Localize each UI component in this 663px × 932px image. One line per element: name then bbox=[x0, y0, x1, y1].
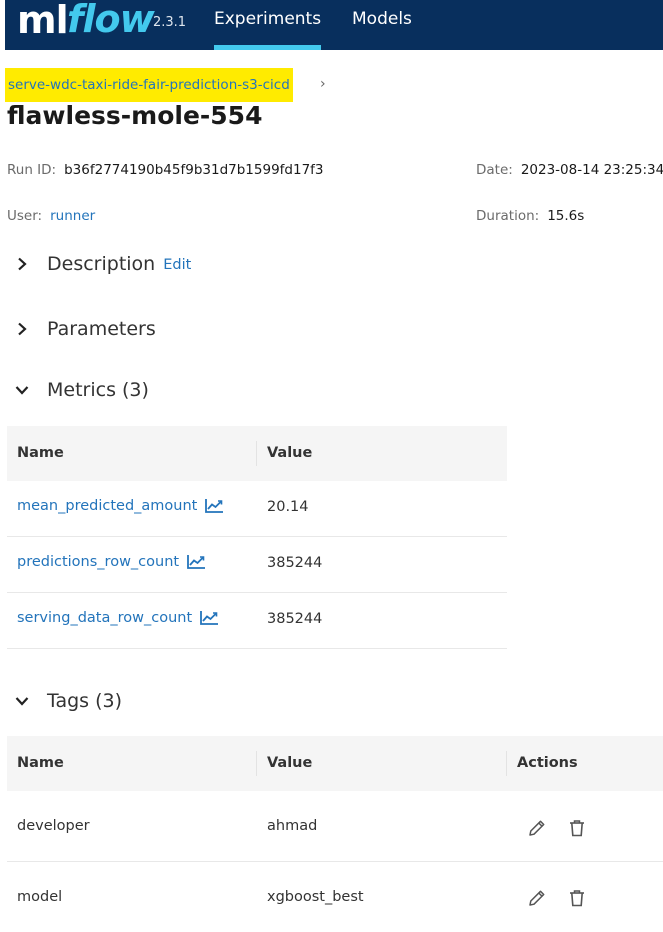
metrics-col-value: Value bbox=[267, 445, 313, 461]
nav-active-indicator bbox=[214, 45, 321, 50]
pencil-icon[interactable] bbox=[527, 888, 547, 908]
run-id-field: Run ID: b36f2774190b45f9b31d7b1599fd17f3 bbox=[7, 162, 324, 178]
duration-value: 15.6s bbox=[547, 208, 585, 224]
nav-experiments[interactable]: Experiments bbox=[214, 9, 321, 29]
tags-col-actions: Actions bbox=[517, 755, 578, 771]
breadcrumb-separator: › bbox=[320, 76, 326, 92]
description-edit-link[interactable]: Edit bbox=[163, 257, 191, 273]
metric-value: 385244 bbox=[267, 611, 323, 627]
trash-icon[interactable] bbox=[567, 818, 587, 838]
metric-name: serving_data_row_count bbox=[17, 610, 193, 626]
tag-value: ahmad bbox=[267, 818, 318, 834]
page-title: flawless-mole-554 bbox=[7, 101, 263, 130]
metrics-table-header: Name Value bbox=[7, 426, 507, 481]
description-title: Description bbox=[47, 253, 156, 275]
tags-count: (3) bbox=[95, 690, 122, 712]
user-link[interactable]: runner bbox=[50, 208, 95, 224]
chevron-down-icon bbox=[15, 697, 29, 706]
metric-name: predictions_row_count bbox=[17, 554, 180, 570]
line-chart-icon[interactable] bbox=[186, 554, 206, 570]
date-label: Date: bbox=[476, 162, 513, 178]
chevron-right-icon bbox=[18, 257, 27, 271]
tags-table: Name Value Actions developer ahmad model… bbox=[7, 736, 663, 922]
tags-table-header: Name Value Actions bbox=[7, 736, 663, 791]
nav-models[interactable]: Models bbox=[352, 9, 412, 29]
metric-link-serving-data-row-count[interactable]: serving_data_row_count bbox=[7, 610, 219, 626]
chevron-right-icon bbox=[18, 322, 27, 336]
user-field: User: runner bbox=[7, 208, 95, 224]
parameters-title: Parameters bbox=[47, 318, 156, 340]
breadcrumb-experiment-link[interactable]: serve-wdc-taxi-ride-fair-prediction-s3-c… bbox=[5, 68, 293, 102]
version-label: 2.3.1 bbox=[153, 15, 187, 30]
trash-icon[interactable] bbox=[567, 888, 587, 908]
tags-title: Tags bbox=[47, 690, 90, 712]
description-section-header[interactable]: Description Edit bbox=[14, 252, 191, 276]
run-id-value: b36f2774190b45f9b31d7b1599fd17f3 bbox=[64, 162, 324, 178]
metric-link-mean-predicted-amount[interactable]: mean_predicted_amount bbox=[7, 498, 224, 514]
tag-value: xgboost_best bbox=[267, 889, 364, 905]
table-row: serving_data_row_count 385244 bbox=[7, 593, 507, 649]
line-chart-icon[interactable] bbox=[199, 610, 219, 626]
duration-field: Duration: 15.6s bbox=[476, 208, 584, 224]
top-navbar: ml flow 2.3.1 Experiments Models bbox=[5, 0, 663, 50]
metrics-count: (3) bbox=[121, 379, 149, 401]
duration-label: Duration: bbox=[476, 208, 540, 224]
tags-col-value: Value bbox=[267, 755, 313, 771]
metrics-section-header[interactable]: Metrics (3) bbox=[14, 378, 149, 402]
table-row: mean_predicted_amount 20.14 bbox=[7, 481, 507, 537]
metric-value: 385244 bbox=[267, 555, 323, 571]
table-row: developer ahmad bbox=[7, 791, 663, 862]
date-field: Date: 2023-08-14 23:25:34 bbox=[476, 162, 663, 178]
tags-section-header[interactable]: Tags (3) bbox=[14, 689, 122, 713]
metrics-table: Name Value mean_predicted_amount 20.14 p… bbox=[7, 426, 507, 649]
tags-col-name: Name bbox=[17, 755, 64, 771]
metric-link-predictions-row-count[interactable]: predictions_row_count bbox=[7, 554, 206, 570]
metric-value: 20.14 bbox=[267, 499, 309, 515]
logo-flow-text: flow bbox=[67, 0, 155, 41]
logo-ml-text: ml bbox=[17, 0, 69, 42]
chevron-down-icon bbox=[15, 386, 29, 395]
line-chart-icon[interactable] bbox=[204, 498, 224, 514]
tag-name: developer bbox=[17, 818, 90, 834]
pencil-icon[interactable] bbox=[527, 818, 547, 838]
metrics-title: Metrics bbox=[47, 379, 116, 401]
parameters-section-header[interactable]: Parameters bbox=[14, 317, 156, 341]
table-row: predictions_row_count 385244 bbox=[7, 537, 507, 593]
metrics-col-name: Name bbox=[17, 445, 64, 461]
metric-name: mean_predicted_amount bbox=[17, 498, 198, 514]
run-id-label: Run ID: bbox=[7, 162, 57, 178]
tag-name: model bbox=[17, 889, 63, 905]
user-label: User: bbox=[7, 208, 43, 224]
date-value: 2023-08-14 23:25:34 bbox=[520, 162, 663, 178]
